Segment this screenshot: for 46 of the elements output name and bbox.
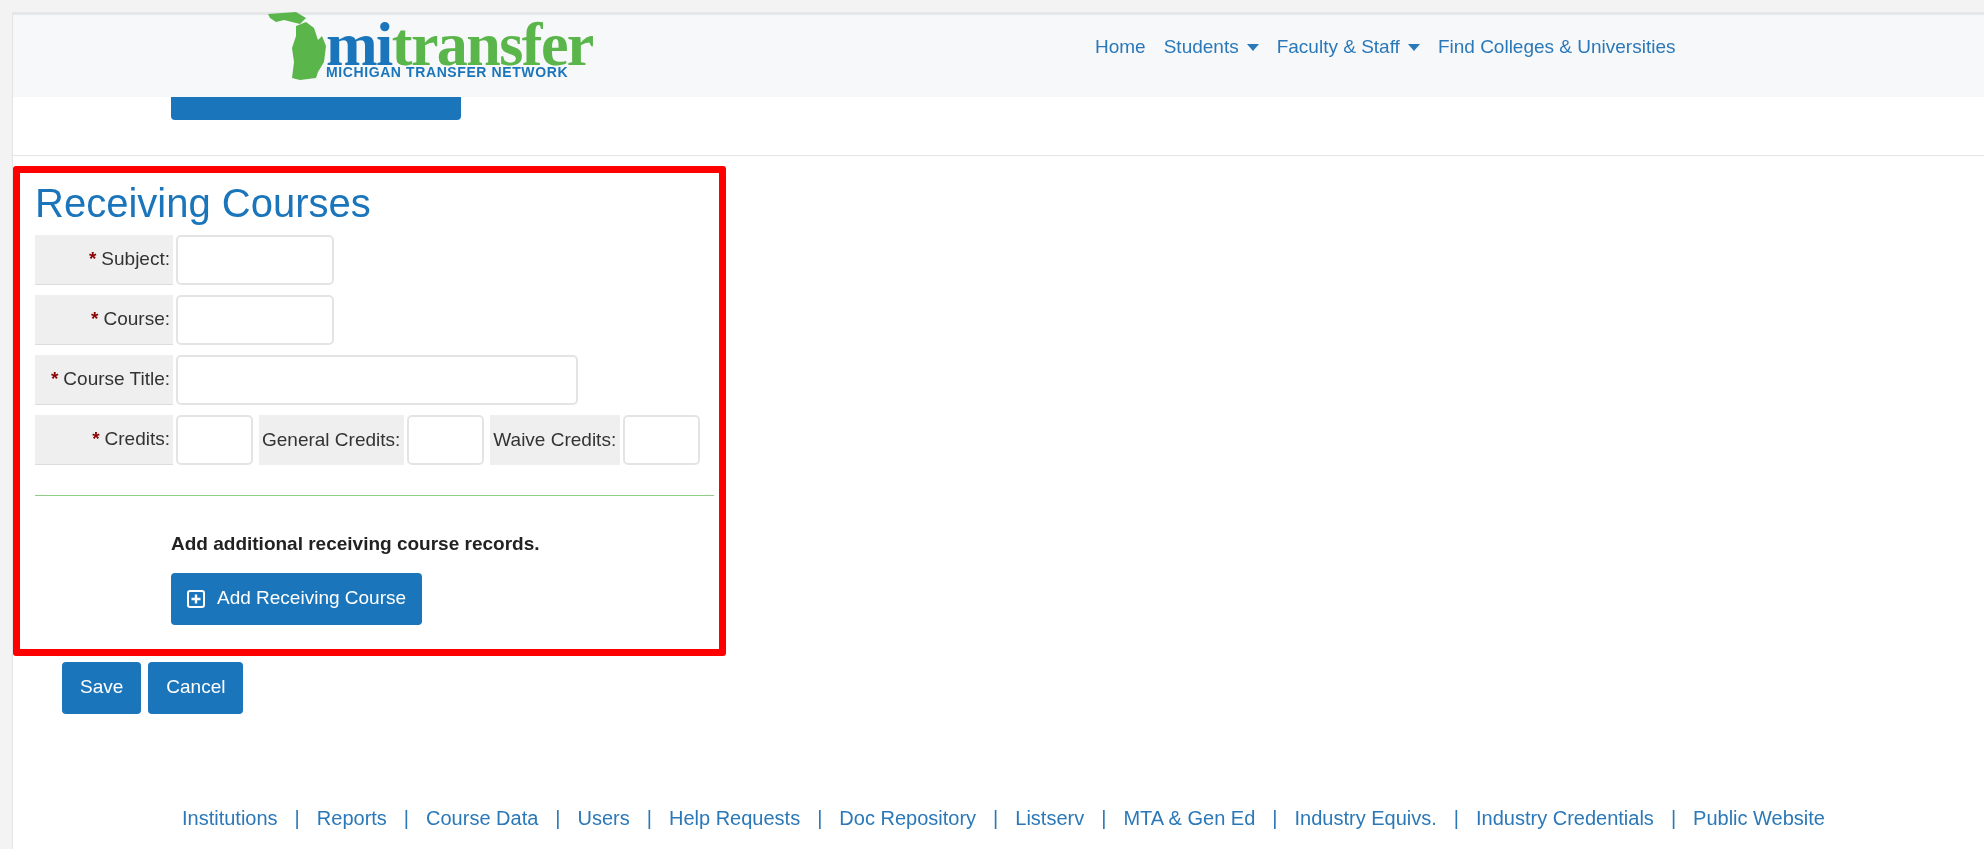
section-heading: Receiving Courses [35,180,372,227]
field-label: * Course Title: [35,355,173,405]
footer-link[interactable]: MTA & Gen Ed [1123,802,1256,833]
footer-link[interactable]: Help Requests [668,802,801,833]
separator: | [1101,805,1107,831]
nav-dropdown[interactable]: Faculty & Staff [1276,33,1420,62]
field-label: * Subject: [35,235,173,285]
footer-link[interactable]: Industry Equivs. [1294,802,1437,833]
footer-link[interactable]: Listserv [1015,802,1085,833]
logo-tagline: MICHIGAN TRANSFER NETWORK [326,65,569,79]
separator: | [817,805,823,831]
cancel-button[interactable]: Cancel [148,661,244,714]
save-button[interactable]: Save [62,661,142,714]
input-field[interactable] [176,355,578,405]
footer-link[interactable]: Public Website [1693,802,1825,833]
logo-wordmark: mi [326,24,392,64]
footer-link[interactable]: Course Data [426,802,539,833]
field-label: Waive Credits: [490,415,621,465]
button[interactable] [171,97,461,120]
separator: | [555,805,561,831]
input-field[interactable] [176,415,253,465]
separator: | [1670,805,1677,831]
nav-link[interactable]: Find Colleges & Universities [1437,33,1676,62]
separator: | [1453,805,1459,831]
field-label: General Credits: [259,415,405,465]
add-receiving-course-button[interactable]: Add Receiving Course [171,572,423,625]
footer-link[interactable]: Doc Repository [839,802,977,833]
input-field[interactable] [623,415,701,465]
nav-dropdown[interactable]: Students [1163,33,1259,62]
input-field[interactable] [176,295,334,345]
separator: | [403,805,410,831]
input-field[interactable] [407,415,485,465]
field-label: * Credits: [35,415,173,465]
separator: | [993,805,999,831]
separator: | [646,805,652,831]
plus-square-icon [187,589,205,608]
field-label: * Course: [35,295,173,345]
footer-link[interactable]: Industry Credentials [1476,802,1654,833]
input-field[interactable] [176,235,334,285]
separator: | [1272,805,1278,831]
footer-link[interactable]: Reports [316,802,387,833]
footer-link[interactable]: Users [577,802,630,833]
footer-link[interactable]: Institutions [182,802,278,833]
nav-link[interactable]: Home [1095,33,1146,62]
note-text: Add additional receiving course records. [171,532,541,556]
separator: | [294,805,300,831]
